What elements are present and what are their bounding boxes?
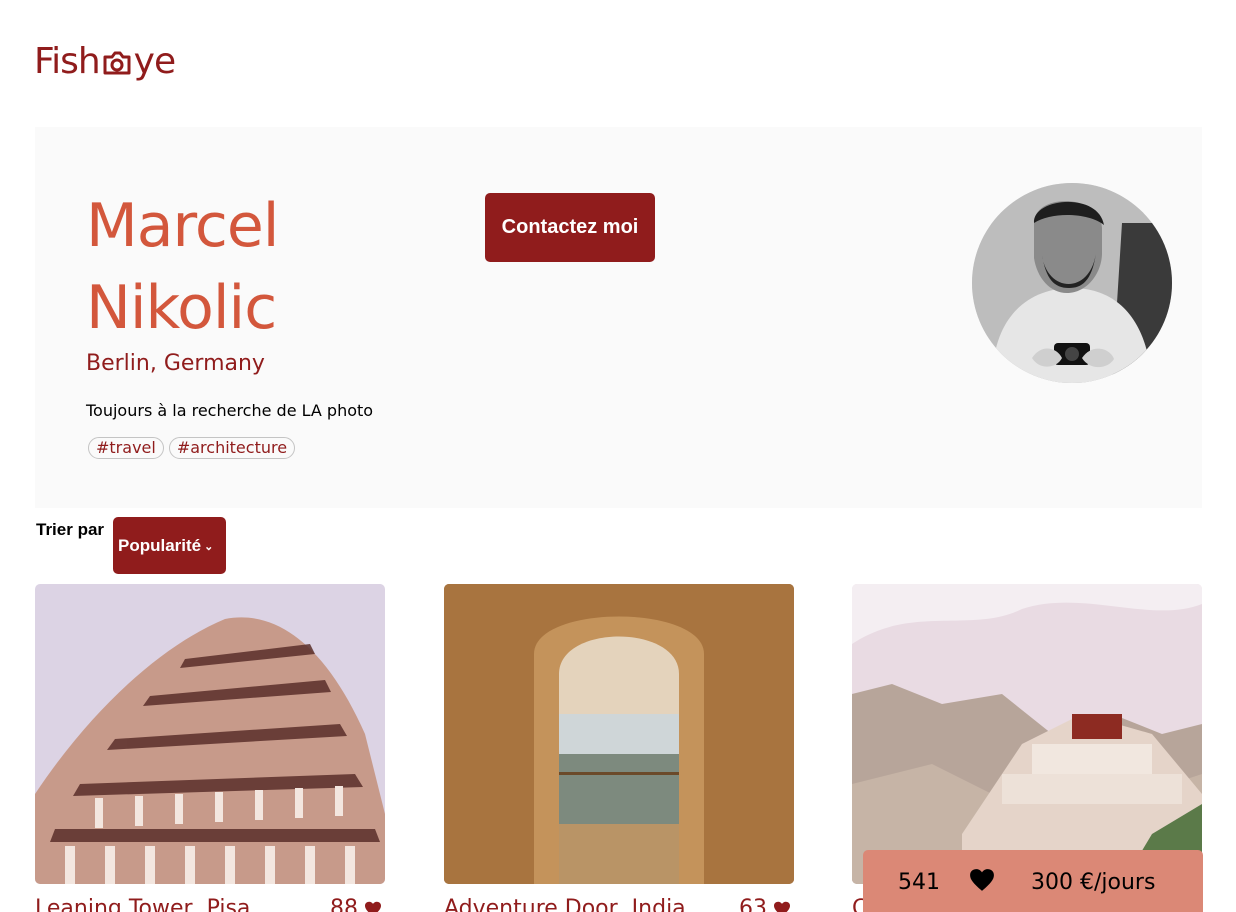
tag-list: #travel #architecture — [88, 437, 296, 459]
media-title: Leaning Tower, Pisa — [35, 896, 251, 912]
media-card[interactable]: Leaning Tower, Pisa 88 — [35, 584, 385, 912]
total-likes: 541 — [898, 870, 940, 895]
photographer-tagline: Toujours à la recherche de LA photo — [86, 401, 374, 420]
camera-icon — [103, 51, 131, 75]
media-likes: 88 — [330, 896, 385, 912]
tag-travel[interactable]: #travel — [88, 437, 164, 459]
media-title: Adventure Door, India — [444, 896, 686, 912]
sort-select[interactable]: Popularité ⌄ — [113, 517, 226, 574]
media-like-count: 63 — [739, 896, 767, 912]
media-likes: 63 — [739, 896, 794, 912]
media-image-monastery[interactable] — [852, 584, 1202, 884]
photographer-location: Berlin, Germany — [86, 351, 265, 376]
fisheye-logo[interactable]: Fish ye — [34, 36, 176, 86]
logo-text-right: ye — [133, 40, 176, 82]
media-card[interactable]: C — [852, 584, 1202, 912]
media-meta: Adventure Door, India 63 — [444, 896, 794, 912]
media-image-pisa[interactable] — [35, 584, 385, 884]
heart-icon — [970, 869, 994, 891]
contact-button[interactable]: Contactez moi — [485, 193, 655, 262]
chevron-down-icon: ⌄ — [204, 541, 214, 553]
media-card[interactable]: Adventure Door, India 63 — [444, 584, 794, 912]
sort-selected-value: Popularité — [118, 535, 202, 555]
name-line-2: Nikolic — [86, 273, 277, 343]
sort-label: Trier par — [36, 520, 105, 539]
stats-bar: 541 300 €/jours — [863, 850, 1203, 912]
name-line-1: Marcel — [86, 191, 279, 261]
media-image-door[interactable] — [444, 584, 794, 884]
media-meta: Leaning Tower, Pisa 88 — [35, 896, 385, 912]
daily-price: 300 €/jours — [1031, 870, 1156, 895]
heart-icon[interactable] — [773, 901, 791, 912]
tag-architecture[interactable]: #architecture — [168, 437, 296, 459]
photographer-header: Marcel Nikolic Berlin, Germany Toujours … — [35, 127, 1202, 508]
media-like-count: 88 — [330, 896, 358, 912]
photographer-name: Marcel Nikolic — [86, 185, 279, 349]
logo-text-left: Fish — [34, 40, 101, 82]
avatar — [972, 183, 1172, 383]
heart-icon[interactable] — [364, 901, 382, 912]
